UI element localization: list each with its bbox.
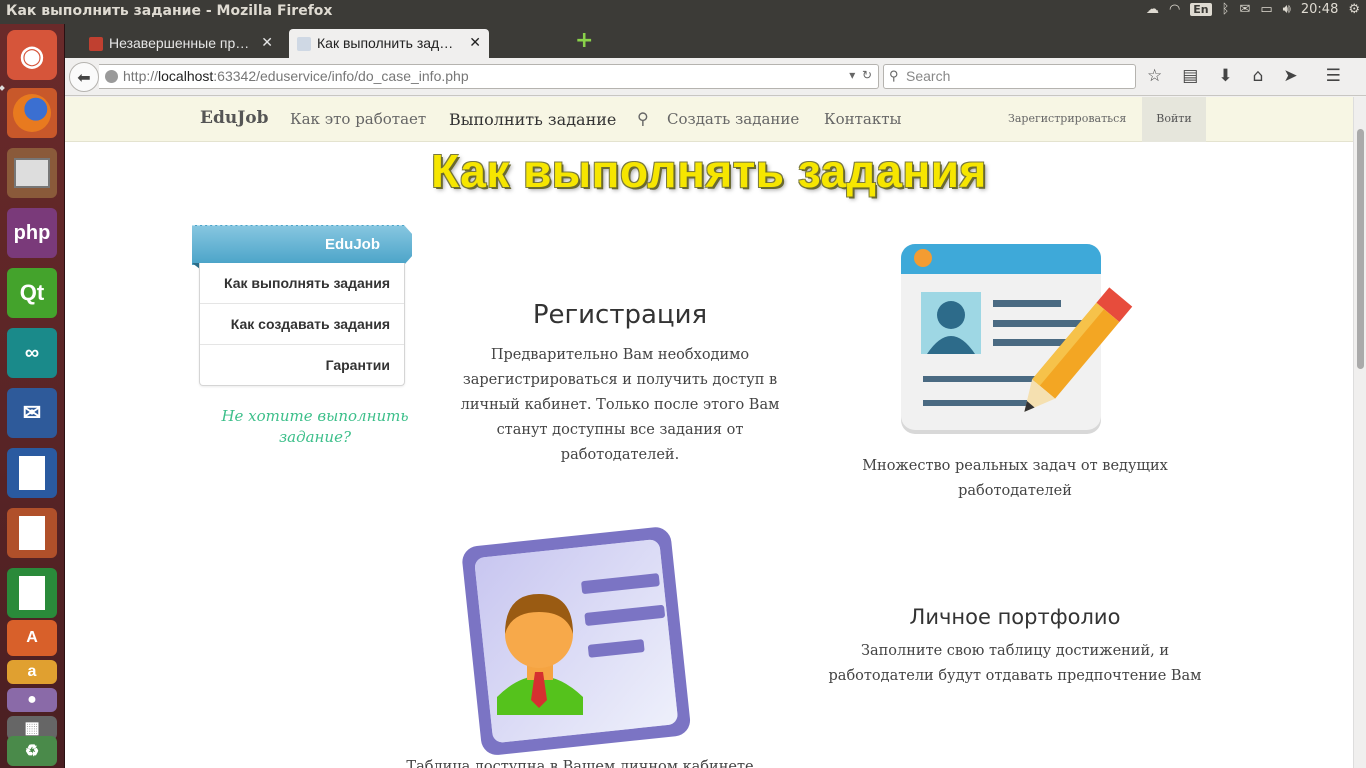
- software-center-icon[interactable]: A: [7, 620, 57, 656]
- thunderbird-icon[interactable]: ✉: [7, 388, 57, 438]
- nav-do-task[interactable]: Выполнить задание: [449, 110, 616, 129]
- url-host: localhost: [158, 68, 214, 84]
- side-menu-item-create-tasks[interactable]: Как создавать задания: [200, 304, 404, 345]
- top-panel: Как выполнить задание - Mozilla Firefox …: [0, 0, 1366, 24]
- volume-icon[interactable]: 🔊︎: [1283, 2, 1291, 17]
- close-icon[interactable]: ✕: [469, 34, 481, 51]
- reading-list-icon[interactable]: ▤: [1182, 66, 1198, 86]
- page-viewport: EduJob Как это работает Выполнить задани…: [65, 97, 1353, 768]
- back-button[interactable]: ⬅: [69, 62, 99, 92]
- page-title: Как выполнять задания: [431, 145, 987, 197]
- search-bar[interactable]: ⚲ Search: [883, 64, 1136, 89]
- new-tab-icon[interactable]: +: [575, 30, 593, 52]
- tab-unfinished[interactable]: Незавершенные пр… ✕: [81, 29, 281, 58]
- registration-title: Регистрация: [532, 300, 708, 330]
- arrow-left-icon: ⬅: [77, 67, 91, 87]
- scrollbar-thumb[interactable]: [1357, 129, 1364, 369]
- login-button[interactable]: Войти: [1142, 97, 1206, 142]
- system-tray: ☁ ◠ En ᛒ ✉ ▭ 🔊︎ 20:48 ⚙: [1146, 2, 1360, 17]
- download-icon[interactable]: ⬇: [1218, 66, 1232, 86]
- nav-register[interactable]: Зарегистрироваться: [1008, 112, 1126, 125]
- qt-creator-icon[interactable]: Qt: [7, 268, 57, 318]
- tab-label: Незавершенные пр…: [109, 35, 250, 51]
- files-icon[interactable]: [7, 148, 57, 198]
- disc-icon[interactable]: ●: [7, 688, 57, 712]
- toolbar-icons: ☆ ▤ ⬇ ⌂ ➤ ☰: [1147, 66, 1341, 86]
- tab-label: Как выполнить зад…: [317, 35, 454, 51]
- keyboard-layout-indicator[interactable]: En: [1190, 3, 1212, 16]
- tab-bar: Незавершенные пр… ✕ Как выполнить зад… ✕…: [65, 24, 1366, 58]
- wifi-icon[interactable]: ◠: [1169, 2, 1180, 17]
- portfolio-title: Личное портфолио: [909, 605, 1121, 629]
- cloud-icon[interactable]: ☁: [1146, 2, 1159, 17]
- tasks-caption: Множество реальных задач от ведущих рабо…: [862, 458, 1168, 499]
- libreoffice-writer-icon[interactable]: [7, 448, 57, 498]
- page-favicon-icon: [297, 37, 311, 51]
- close-icon[interactable]: ✕: [261, 34, 273, 51]
- page-scrollbar[interactable]: [1353, 97, 1366, 768]
- url-bar[interactable]: http://localhost:63342/eduservice/info/d…: [99, 64, 879, 89]
- launcher: ◉ php Qt ∞ ✉ A a ● ▦ ♻: [0, 24, 65, 768]
- search-placeholder: Search: [906, 68, 951, 84]
- url-controls: ▾ ↻: [849, 68, 872, 82]
- table-caption: Таблица доступна в Вашем личном кабинете: [406, 759, 754, 768]
- mail-icon[interactable]: ✉: [1239, 2, 1250, 17]
- navigation-bar: ⬅ http://localhost:63342/eduservice/info…: [65, 58, 1366, 96]
- nav-how-it-works[interactable]: Как это работает: [290, 110, 426, 128]
- battery-icon[interactable]: ▭: [1260, 2, 1272, 17]
- side-menu-item-guarantees[interactable]: Гарантии: [200, 345, 404, 386]
- firefox-icon[interactable]: [7, 88, 57, 138]
- arduino-icon[interactable]: ∞: [7, 328, 57, 378]
- libreoffice-calc-icon[interactable]: [7, 568, 57, 618]
- no-task-link[interactable]: Не хотите выполнить задание?: [215, 406, 415, 448]
- tab-current[interactable]: Как выполнить зад… ✕: [289, 29, 489, 58]
- nav-contacts[interactable]: Контакты: [824, 110, 902, 128]
- trash-icon[interactable]: ♻: [7, 736, 57, 766]
- libreoffice-impress-icon[interactable]: [7, 508, 57, 558]
- reload-icon[interactable]: ↻: [862, 68, 872, 82]
- phpstorm-favicon-icon: [89, 37, 103, 51]
- url-path: :63342/eduservice/info/do_case_info.php: [213, 68, 469, 84]
- ubuntu-dash-icon[interactable]: ◉: [7, 30, 57, 80]
- menu-icon[interactable]: ☰: [1326, 66, 1341, 86]
- portfolio-illustration: [462, 527, 691, 755]
- amazon-icon[interactable]: a: [7, 660, 57, 684]
- site-brand[interactable]: EduJob: [200, 108, 268, 128]
- bluetooth-icon[interactable]: ᛒ: [1222, 2, 1230, 17]
- pin-icon: ⚲: [637, 109, 649, 128]
- registration-text: Предварительно Вам необходимо зарегистри…: [460, 347, 780, 463]
- globe-icon: [105, 70, 118, 83]
- star-icon[interactable]: ☆: [1147, 66, 1162, 86]
- phpstorm-icon[interactable]: php: [7, 208, 57, 258]
- side-menu-item-do-tasks[interactable]: Как выполнять задания: [200, 263, 404, 304]
- side-menu-ribbon: EduJob: [192, 225, 412, 265]
- home-icon[interactable]: ⌂: [1253, 66, 1264, 86]
- running-indicator: [0, 85, 5, 91]
- nav-create-task[interactable]: Создать задание: [667, 110, 799, 128]
- gear-icon[interactable]: ⚙: [1348, 2, 1360, 17]
- dropdown-icon[interactable]: ▾: [849, 68, 855, 82]
- id-card-illustration: [901, 244, 1133, 434]
- portfolio-text: Заполните свою таблицу достижений, и раб…: [828, 643, 1202, 684]
- clock[interactable]: 20:48: [1301, 2, 1338, 17]
- site-header: EduJob Как это работает Выполнить задани…: [65, 97, 1353, 142]
- url-prefix: http://: [123, 68, 159, 84]
- window-title: Как выполнить задание - Mozilla Firefox: [6, 3, 333, 19]
- side-menu: Как выполнять задания Как создавать зада…: [199, 263, 405, 386]
- search-icon: ⚲: [889, 68, 899, 83]
- send-icon[interactable]: ➤: [1283, 66, 1297, 86]
